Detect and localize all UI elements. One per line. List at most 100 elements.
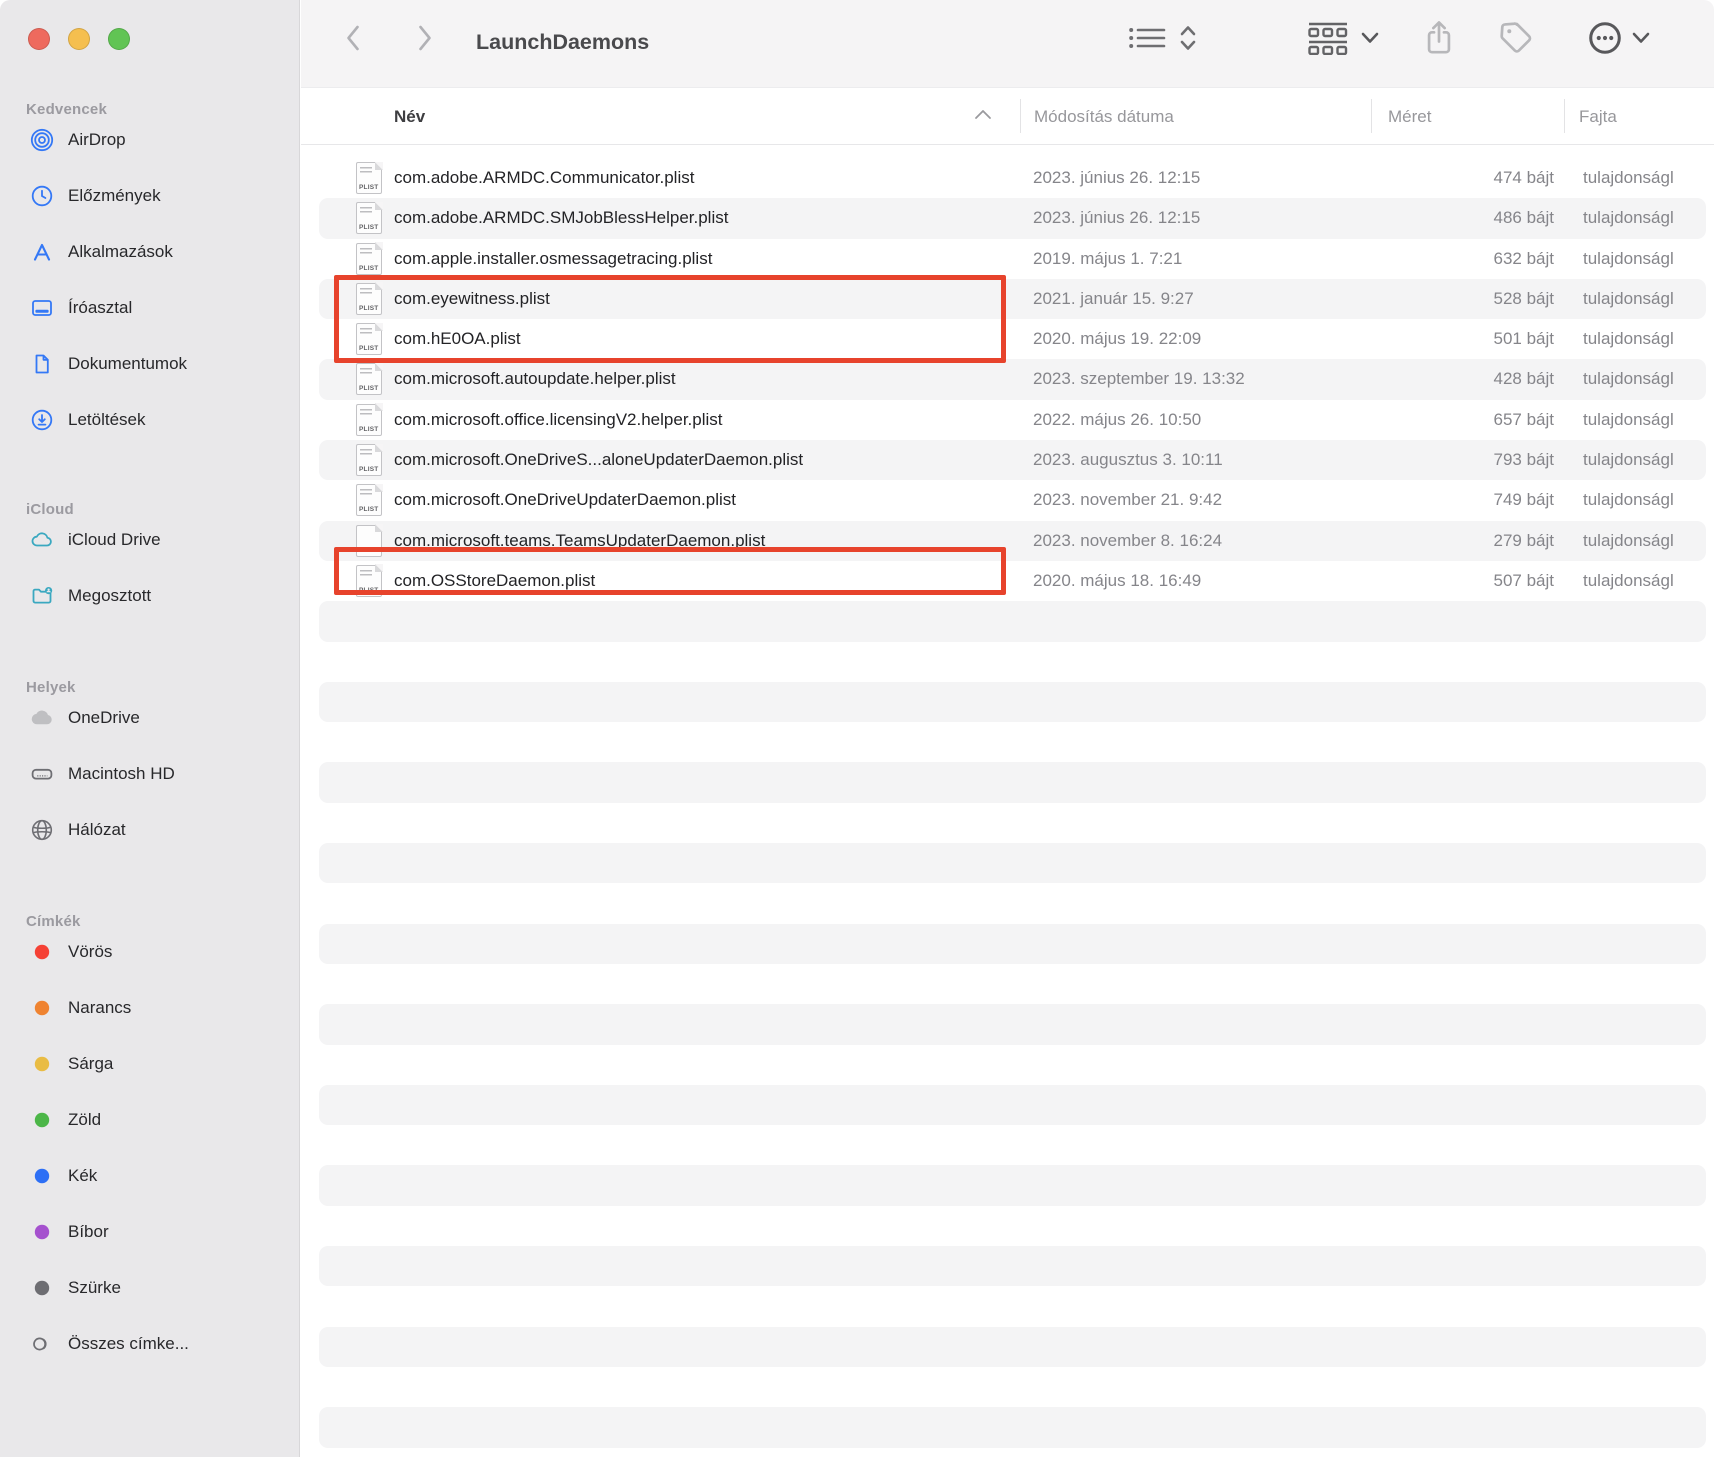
sidebar-section-helyek: Helyek OneDrive Macintosh HD Hálózat [0, 678, 299, 866]
empty-row [301, 681, 1714, 723]
back-button[interactable] [335, 20, 371, 56]
file-date: 2023. június 26. 12:15 [1033, 168, 1201, 187]
sidebar-item-s-rga[interactable]: Sárga [0, 1044, 299, 1084]
column-divider[interactable] [1564, 99, 1565, 133]
sidebar-item-megosztott[interactable]: Megosztott [0, 576, 299, 616]
minimize-button[interactable] [68, 28, 90, 50]
plist-file-icon: PLIST [356, 242, 383, 275]
sidebar-item-el-zm-nyek[interactable]: Előzmények [0, 176, 299, 216]
file-kind: tulajdonságl [1583, 490, 1674, 510]
column-header-kind[interactable]: Fajta [1579, 88, 1617, 145]
file-row[interactable]: PLIST com.hE0OA.plist 2020. május 19. 22… [301, 319, 1714, 359]
file-kind: tulajdonságl [1583, 409, 1674, 429]
sidebar-item-label: Dokumentumok [68, 354, 188, 373]
sidebar-item-label: iCloud Drive [68, 530, 161, 549]
sidebar-item-alkalmaz-sok[interactable]: Alkalmazások [0, 232, 299, 272]
close-button[interactable] [28, 28, 50, 50]
share-button[interactable] [1419, 20, 1459, 56]
sidebar-item-h-l-zat[interactable]: Hálózat [0, 810, 299, 850]
sidebar-item-macintosh-hd[interactable]: Macintosh HD [0, 754, 299, 794]
tag-dot-icon [30, 1108, 54, 1132]
cloud-icon [30, 528, 54, 552]
sidebar-item-narancs[interactable]: Narancs [0, 988, 299, 1028]
share-icon [1422, 18, 1456, 58]
sidebar: Kedvencek AirDrop Előzmények Alkalmazások Ír… [0, 0, 300, 1457]
sidebar-item-icloud-drive[interactable]: iCloud Drive [0, 520, 299, 560]
file-size: 793 bájt [1493, 450, 1555, 470]
empty-row [301, 1125, 1714, 1165]
sort-ascending-icon [973, 107, 993, 121]
column-divider[interactable] [1371, 99, 1372, 133]
sidebar-item-label: Vörös [68, 942, 113, 961]
sidebar-item-sszes-c-mke[interactable]: Összes címke... [0, 1324, 299, 1364]
sidebar-item-label: Zöld [68, 1110, 102, 1129]
sidebar-item-sz-rke[interactable]: Szürke [0, 1268, 299, 1308]
sidebar-item-k-k[interactable]: Kék [0, 1156, 299, 1196]
file-date: 2020. május 19. 22:09 [1033, 329, 1202, 349]
sort-updown-icon [1178, 23, 1198, 53]
column-header-date[interactable]: Módosítás dátuma [1034, 88, 1174, 145]
sidebar-item-z-ld[interactable]: Zöld [0, 1100, 299, 1140]
sidebar-item-label: Narancs [68, 998, 132, 1017]
file-size: 528 bájt [1493, 288, 1555, 308]
file-row[interactable]: PLIST com.OSStoreDaemon.plist 2020. máju… [301, 561, 1714, 601]
empty-row [301, 923, 1714, 965]
file-row[interactable]: PLIST com.microsoft.office.licensingV2.h… [301, 400, 1714, 440]
sidebar-item-onedrive[interactable]: OneDrive [0, 698, 299, 738]
sidebar-section-label: Kedvencek [26, 101, 108, 118]
document-icon [30, 352, 54, 376]
zoom-button[interactable] [108, 28, 130, 50]
file-row[interactable]: com.microsoft.teams.TeamsUpdaterDaemon.p… [301, 520, 1714, 562]
sidebar-item-r-asztal[interactable]: Íróasztal [0, 288, 299, 328]
sidebar-item-dokumentumok[interactable]: Dokumentumok [0, 344, 299, 384]
sidebar-item-airdrop[interactable]: AirDrop [0, 120, 299, 160]
file-list: PLIST com.adobe.ARMDC.Communicator.plist… [301, 158, 1714, 1457]
chevron-down-icon [1361, 32, 1379, 44]
file-row[interactable]: PLIST com.microsoft.OneDriveUpdaterDaemo… [301, 480, 1714, 520]
sidebar-item-b-bor[interactable]: Bíbor [0, 1212, 299, 1252]
more-actions-chevron[interactable] [1629, 20, 1653, 56]
tag-dot-icon [30, 1220, 54, 1244]
file-row[interactable]: PLIST com.eyewitness.plist 2021. január … [301, 278, 1714, 320]
empty-row [301, 803, 1714, 843]
tag-dot-icon [30, 1052, 54, 1076]
list-view-icon [1128, 24, 1168, 52]
file-name: com.microsoft.teams.TeamsUpdaterDaemon.p… [394, 530, 766, 550]
file-name: com.adobe.ARMDC.SMJobBlessHelper.plist [394, 208, 729, 228]
column-header-size[interactable]: Méret [1388, 88, 1431, 145]
file-size: 279 bájt [1493, 530, 1555, 550]
all-tags-icon [30, 1332, 54, 1356]
empty-row [301, 1246, 1714, 1287]
file-row[interactable]: PLIST com.apple.installer.osmessagetraci… [301, 239, 1714, 279]
sidebar-item-label: Megosztott [68, 586, 152, 605]
sidebar-item-v-r-s[interactable]: Vörös [0, 932, 299, 972]
empty-row [301, 1407, 1714, 1448]
chevron-down-icon [1632, 32, 1650, 44]
file-row[interactable]: PLIST com.microsoft.autoupdate.helper.pl… [301, 359, 1714, 401]
more-actions-button[interactable] [1585, 20, 1625, 56]
file-row[interactable]: PLIST com.adobe.ARMDC.Communicator.plist… [301, 158, 1714, 198]
desktop-icon [30, 296, 54, 320]
plist-file-icon: PLIST [356, 322, 383, 356]
sidebar-section-icloud: iCloud iCloud Drive Megosztott [0, 500, 299, 632]
tag-button[interactable] [1493, 20, 1539, 56]
file-date: 2021. január 15. 9:27 [1033, 288, 1194, 308]
view-mode-button[interactable] [1127, 20, 1169, 56]
empty-row [301, 843, 1714, 884]
file-kind: tulajdonságl [1583, 168, 1674, 187]
sidebar-section-kedvencek: Kedvencek AirDrop Előzmények Alkalmazások Ír… [0, 100, 299, 456]
file-size: 657 bájt [1493, 409, 1555, 429]
tag-dot-icon [30, 1276, 54, 1300]
file-size: 486 bájt [1493, 208, 1555, 228]
column-header-name[interactable]: Név [394, 88, 425, 145]
group-by-chevron[interactable] [1358, 20, 1382, 56]
forward-button[interactable] [407, 20, 443, 56]
view-sort-chevrons[interactable] [1175, 20, 1201, 56]
sidebar-item-let-lt-sek[interactable]: Letöltések [0, 400, 299, 440]
tag-dot-icon [30, 1164, 54, 1188]
column-divider[interactable] [1020, 99, 1021, 133]
file-row[interactable]: PLIST com.adobe.ARMDC.SMJobBlessHelper.p… [301, 198, 1714, 239]
group-by-button[interactable] [1305, 20, 1351, 56]
file-date: 2023. november 21. 9:42 [1033, 490, 1223, 510]
file-row[interactable]: PLIST com.microsoft.OneDriveS...aloneUpd… [301, 440, 1714, 481]
